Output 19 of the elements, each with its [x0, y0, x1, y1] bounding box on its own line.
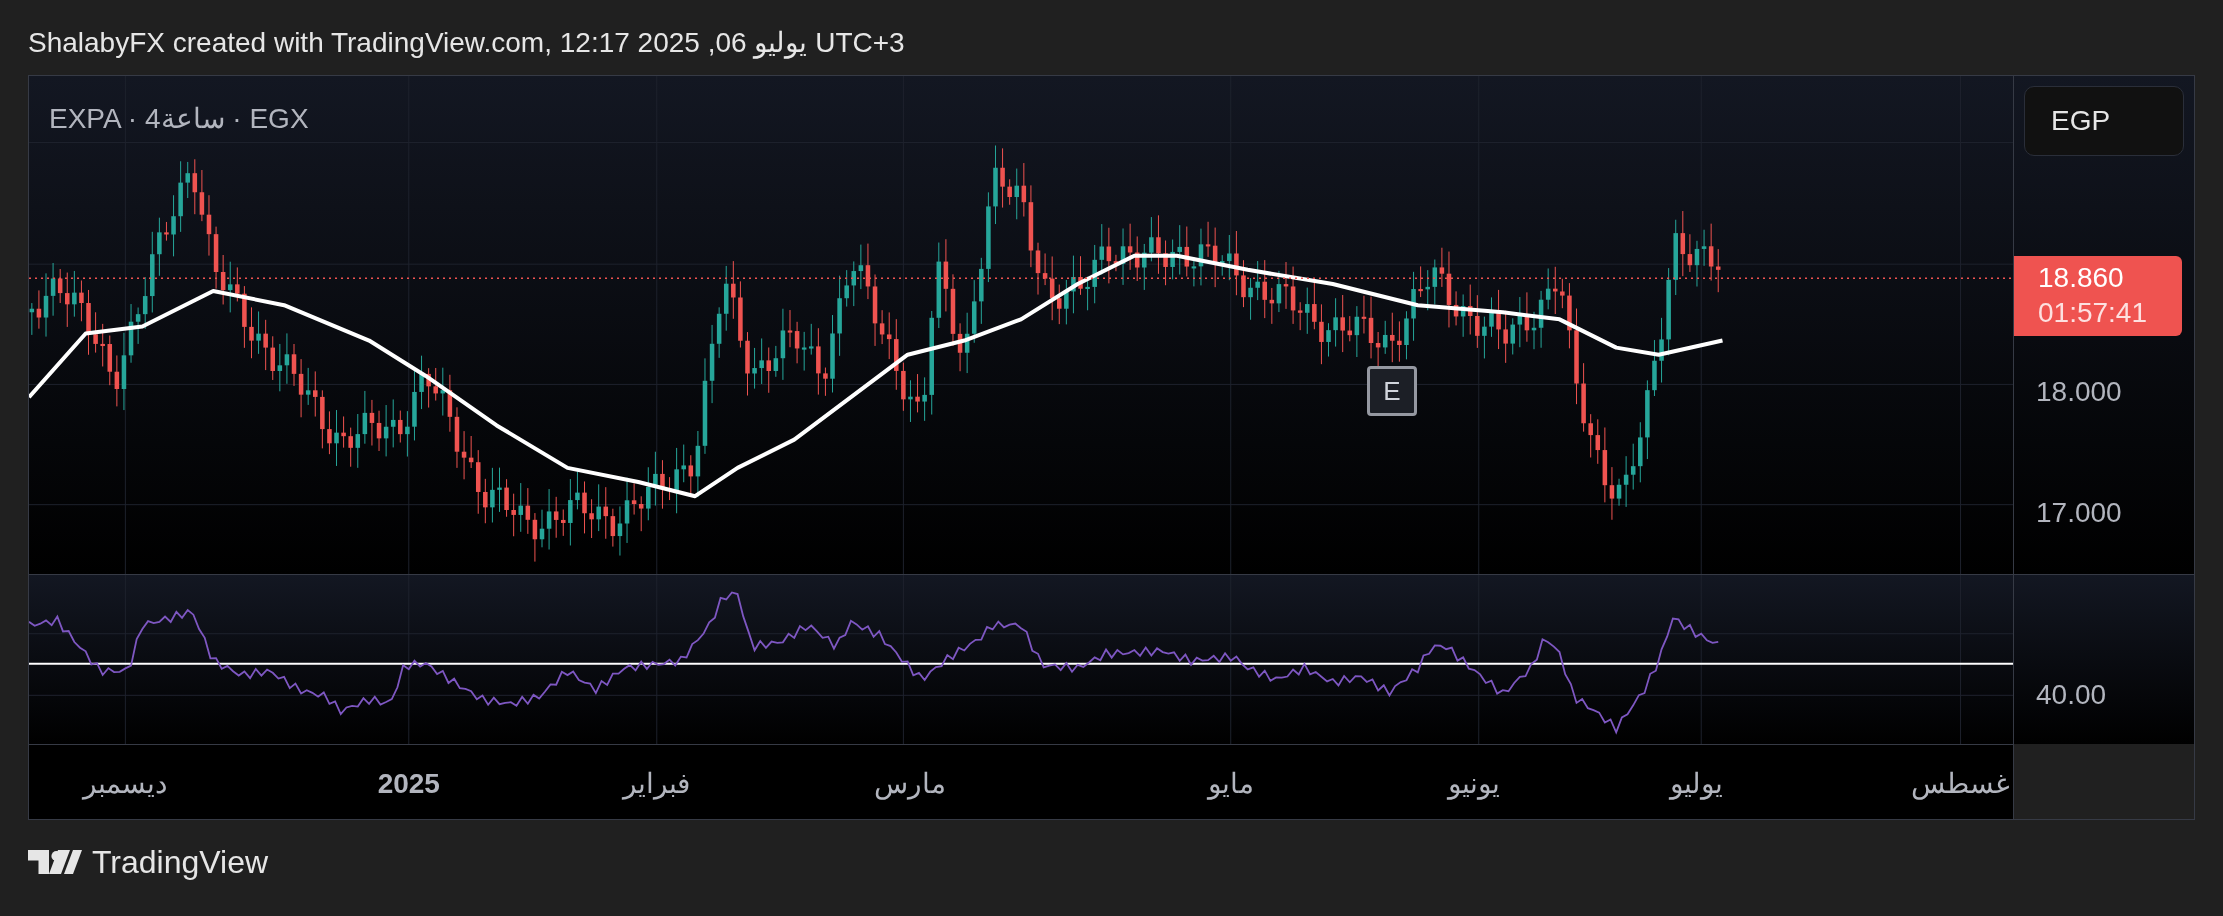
symbol-legend: EXPA · 4ساعة · EGX	[49, 98, 309, 140]
date-label: فبراير	[623, 767, 691, 802]
date-label: مايو	[1207, 767, 1254, 802]
date-label: مارس	[874, 767, 947, 802]
date-label: يونيو	[1448, 767, 1501, 802]
price-label: 18.000	[2036, 375, 2122, 409]
date-label: غسطس	[1911, 767, 2011, 802]
event-marker: E	[1367, 366, 1417, 416]
date-label: 2025	[377, 767, 440, 801]
currency-button[interactable]: EGP	[2024, 86, 2184, 156]
logo-icon	[28, 850, 82, 874]
logo-text: TradingView	[92, 843, 269, 882]
last-price: 18.860	[2038, 261, 2125, 295]
price-label: 17.000	[2036, 496, 2122, 530]
chart-title: ShalabyFX created with TradingView.com, 12:17 2025 ,06 يوليو UTC+3	[28, 27, 905, 58]
countdown-timer: 01:57:41	[2038, 296, 2148, 330]
rsi-label: 40.00	[2036, 678, 2107, 712]
date-label: ديسمبر	[83, 767, 168, 802]
date-label: يوليو	[1670, 767, 1724, 802]
